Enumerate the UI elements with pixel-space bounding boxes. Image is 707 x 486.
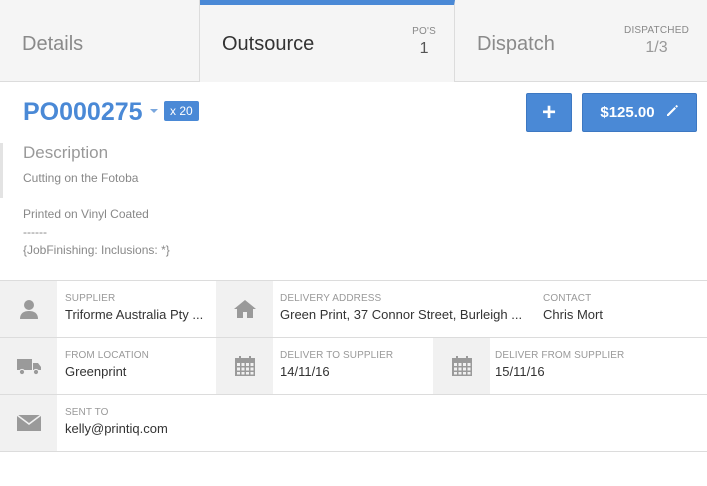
- dispatched-count: DISPATCHED 1/3: [624, 25, 689, 57]
- calendar-icon[interactable]: [433, 338, 490, 394]
- price-label: $125.00: [600, 104, 655, 121]
- pencil-icon: [665, 104, 679, 122]
- deliver-from-supplier-value[interactable]: 15/11/16: [495, 364, 545, 379]
- add-button[interactable]: +: [526, 93, 572, 132]
- quantity-badge: x 20: [164, 101, 199, 121]
- delivery-address-label: DELIVERY ADDRESS: [280, 293, 382, 304]
- info-row: SUPPLIER Triforme Australia Pty ... DELI…: [0, 281, 707, 338]
- tab-details-label: Details: [22, 33, 84, 55]
- contact-value[interactable]: Chris Mort: [543, 307, 603, 322]
- tab-details[interactable]: Details: [0, 0, 200, 82]
- from-location-label: FROM LOCATION: [65, 350, 149, 361]
- deliver-to-supplier-label: DELIVER TO SUPPLIER: [280, 350, 394, 361]
- edit-price-button[interactable]: $125.00: [582, 93, 697, 132]
- sent-to-label: SENT TO: [65, 407, 109, 418]
- plus-icon: +: [541, 98, 556, 126]
- sent-to-value[interactable]: kelly@printiq.com: [65, 421, 168, 436]
- description-line: Printed on Vinyl Coated: [23, 207, 149, 221]
- tab-outsource[interactable]: Outsource PO'S 1: [200, 0, 455, 82]
- info-row: FROM LOCATION Greenprint DELIVER TO SUPP…: [0, 338, 707, 395]
- deliver-from-supplier-label: DELIVER FROM SUPPLIER: [495, 350, 625, 361]
- description-line: {JobFinishing: Inclusions: *}: [23, 243, 170, 257]
- caret-down-icon[interactable]: [150, 109, 158, 113]
- calendar-icon[interactable]: [216, 338, 273, 394]
- po-number-dropdown[interactable]: PO000275: [23, 98, 143, 127]
- user-icon: [0, 281, 57, 337]
- tab-dispatch[interactable]: Dispatch DISPATCHED 1/3: [455, 0, 707, 82]
- contact-label: CONTACT: [543, 293, 592, 304]
- truck-icon: [0, 338, 57, 394]
- delivery-address-value[interactable]: Green Print, 37 Connor Street, Burleigh …: [280, 307, 522, 322]
- po-count-caption: PO'S: [412, 26, 436, 37]
- tab-dispatch-label: Dispatch: [477, 33, 555, 55]
- po-count: PO'S 1: [412, 26, 436, 58]
- home-icon: [216, 281, 273, 337]
- description-title: Description: [23, 143, 109, 162]
- section-indicator: [0, 143, 3, 198]
- po-info-grid: SUPPLIER Triforme Australia Pty ... DELI…: [0, 280, 707, 452]
- from-location-value[interactable]: Greenprint: [65, 364, 126, 379]
- tab-outsource-label: Outsource: [222, 33, 315, 55]
- info-row: SENT TO kelly@printiq.com: [0, 395, 707, 452]
- tab-bar: Details Outsource PO'S 1 Dispatch DISPAT…: [0, 0, 707, 82]
- supplier-label: SUPPLIER: [65, 293, 116, 304]
- deliver-to-supplier-value[interactable]: 14/11/16: [280, 364, 330, 379]
- description-line: ------: [23, 225, 47, 239]
- po-count-value: 1: [419, 40, 429, 57]
- dispatched-count-value: 1/3: [645, 39, 668, 56]
- envelope-icon: [0, 395, 57, 451]
- description-line: Cutting on the Fotoba: [23, 171, 139, 185]
- dispatched-count-caption: DISPATCHED: [624, 25, 689, 36]
- supplier-value[interactable]: Triforme Australia Pty ...: [65, 307, 203, 322]
